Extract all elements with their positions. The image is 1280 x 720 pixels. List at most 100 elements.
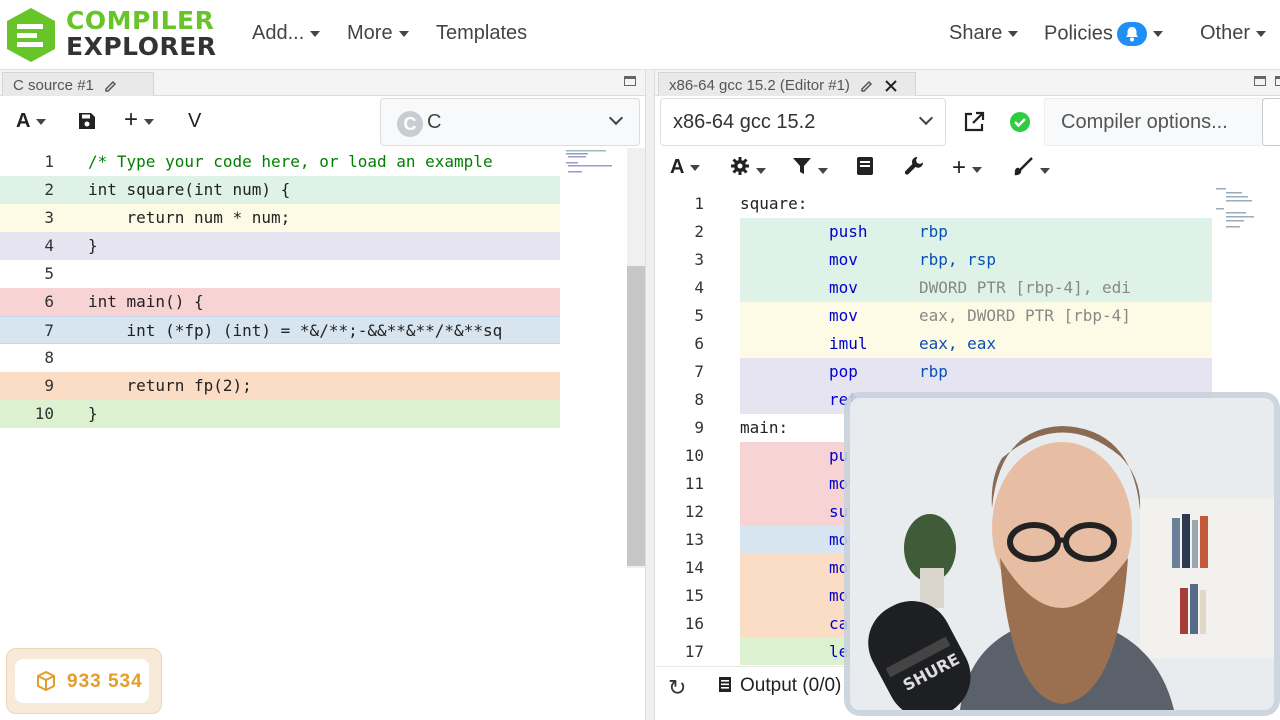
line-number: 15 [684, 586, 704, 605]
plus-icon: + [952, 154, 967, 181]
language-label: C [427, 111, 442, 133]
close-icon[interactable] [884, 79, 898, 93]
chevron-down-icon [398, 30, 409, 37]
source-editor[interactable]: 1 /* Type your code here, or load an exam… [0, 148, 645, 720]
chevron-down-icon [972, 166, 983, 173]
nav-share-label: Share [949, 22, 1003, 44]
language-select[interactable]: C C [380, 98, 640, 146]
logo-text[interactable]: COMPILER EXPLORER [66, 8, 217, 60]
compiler-toolbar: A + [656, 146, 1216, 190]
line-number: 5 [44, 264, 54, 283]
asm-label: square: [740, 194, 808, 213]
pane-splitter[interactable] [645, 70, 655, 720]
maximize-icon-2[interactable] [1275, 76, 1280, 86]
nav-add-menu[interactable]: Add... [252, 22, 321, 45]
compiler-options-input[interactable]: Compiler options... [1044, 98, 1266, 146]
line-number: 14 [684, 558, 704, 577]
add-pane-button[interactable]: + [124, 108, 155, 133]
nav-templates-label: Templates [436, 22, 528, 44]
line-number: 11 [684, 474, 704, 493]
font-size-button[interactable]: A [670, 156, 701, 179]
chevron-down-icon [608, 110, 624, 126]
code-text: int (*fp) (int) = *&/**;-&&**&**/*&**sq [88, 321, 503, 340]
asm-opcode: pop [829, 362, 858, 381]
line-number: 17 [684, 642, 704, 661]
nav-templates[interactable]: Templates [436, 22, 527, 45]
nav-add-label: Add... [252, 22, 305, 44]
webcam-overlay: SHURE [850, 398, 1274, 710]
webcam-video: SHURE [850, 398, 1274, 710]
chevron-down-icon [690, 164, 701, 171]
pencil-icon[interactable] [860, 79, 874, 93]
settings-button[interactable] [730, 156, 766, 182]
compiler-options-placeholder: Compiler options... [1061, 111, 1228, 133]
logo-line2: EXPLORER [66, 32, 217, 61]
add-tool-button[interactable]: + [952, 154, 983, 182]
editor-scrollbar[interactable] [627, 148, 645, 568]
code-line: 10} [0, 400, 560, 428]
asm-line: 6 imul eax, eax [656, 330, 1216, 358]
tab-c-source[interactable]: C source #1 [2, 72, 154, 96]
code-line: 6 int main() { [0, 288, 560, 316]
code-text: return fp(2); [88, 376, 252, 395]
output-button[interactable]: Output (0/0) [718, 675, 841, 697]
code-line: 8 [0, 344, 560, 372]
maximize-icon[interactable] [1254, 76, 1266, 86]
compiler-explorer-logo[interactable] [4, 6, 58, 64]
nav-more-menu[interactable]: More [347, 22, 409, 45]
vim-mode-button[interactable]: V [188, 110, 201, 133]
asm-operands: eax, eax [919, 334, 997, 353]
code-text: return num * num; [88, 208, 291, 227]
line-number: 12 [684, 502, 704, 521]
asm-line: 5 mov eax, DWORD PTR [rbp-4] [656, 302, 1216, 330]
line-number: 4 [44, 236, 54, 255]
line-number: 7 [44, 321, 54, 340]
top-navbar: COMPILER EXPLORER Add... More Templates … [0, 0, 1280, 70]
status-ok-icon [1010, 112, 1030, 132]
book-icon [857, 157, 873, 175]
asm-opcode: mov [829, 306, 858, 325]
nav-share-menu[interactable]: Share [949, 22, 1019, 45]
line-number: 13 [684, 530, 704, 549]
code-text: int square(int num) { [88, 180, 291, 199]
tools-button[interactable] [904, 156, 924, 182]
save-button[interactable] [78, 112, 96, 136]
chevron-down-icon [918, 110, 934, 126]
editor-minimap[interactable] [564, 148, 628, 178]
filter-button[interactable] [792, 156, 828, 182]
line-number: 1 [694, 194, 704, 213]
line-number: 7 [694, 362, 704, 381]
nav-other-menu[interactable]: Other [1200, 22, 1267, 45]
external-link-icon[interactable] [962, 110, 986, 134]
asm-line: 1 square: [656, 190, 1216, 218]
nav-policies-label: Policies [1044, 22, 1113, 45]
document-icon [719, 677, 731, 692]
line-number: 2 [44, 180, 54, 199]
chevron-down-icon [1152, 31, 1163, 37]
asm-operands: rbp [919, 362, 948, 381]
filter-icon [793, 158, 811, 174]
book-button[interactable] [856, 156, 874, 182]
save-icon [79, 113, 95, 129]
line-number: 9 [44, 376, 54, 395]
pencil-icon[interactable] [104, 79, 118, 93]
package-icon [37, 671, 55, 691]
reload-icon[interactable]: ↻ [668, 675, 686, 701]
asm-operands: rbp, rsp [919, 250, 997, 269]
font-size-button[interactable]: A [16, 110, 47, 133]
asm-minimap[interactable] [1216, 186, 1256, 236]
nav-policies-menu[interactable]: Policies [1044, 22, 1163, 46]
github-stars-badge[interactable]: 933 534 [6, 648, 162, 714]
asm-label: main: [740, 418, 789, 437]
output-label: Output (0/0) [740, 675, 842, 696]
asm-opcode: push [829, 222, 868, 241]
graph-button[interactable] [1014, 156, 1050, 182]
code-text: } [88, 236, 98, 255]
font-icon: A [16, 110, 31, 132]
tab-compiler[interactable]: x86-64 gcc 15.2 (Editor #1) [658, 72, 916, 96]
maximize-icon[interactable] [624, 76, 636, 86]
asm-line: 2 push rbp [656, 218, 1216, 246]
scrollbar-thumb[interactable] [627, 266, 645, 566]
bell-icon [1116, 22, 1147, 46]
compiler-select[interactable]: x86-64 gcc 15.2 [660, 98, 946, 146]
